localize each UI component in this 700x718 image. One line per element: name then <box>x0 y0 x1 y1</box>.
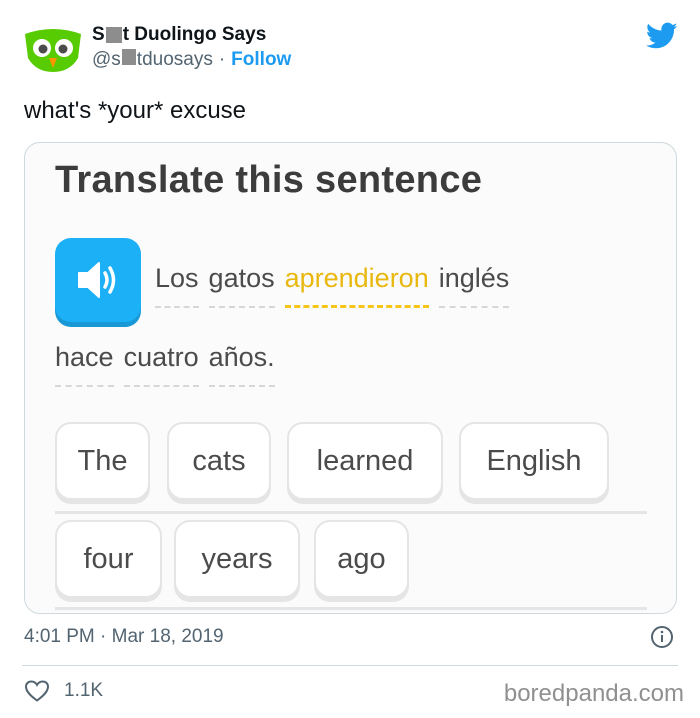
answer-chip[interactable]: ago <box>314 520 409 598</box>
timestamp[interactable]: 4:01 PM · Mar 18, 2019 <box>24 626 224 648</box>
answer-chip[interactable]: cats <box>167 422 271 500</box>
divider <box>22 665 678 666</box>
media-card[interactable]: Translate this sentence Los gatos aprendie… <box>24 142 677 614</box>
answer-line <box>55 511 647 514</box>
answer-chip[interactable]: The <box>55 422 150 500</box>
twitter-bird-icon[interactable] <box>646 22 678 50</box>
tweet-text: what's *your* excuse <box>24 97 247 124</box>
heart-icon[interactable] <box>24 679 50 703</box>
handle-row: @s tduosays · Follow <box>92 48 291 72</box>
follow-button[interactable]: Follow <box>231 48 291 72</box>
display-name[interactable]: St Duolingo Says <box>92 24 291 46</box>
speaker-icon <box>78 262 116 298</box>
info-icon[interactable] <box>650 625 674 649</box>
sentence-word[interactable]: Los <box>155 263 199 308</box>
sentence-word[interactable]: años. <box>208 342 275 387</box>
sentence-line-1: Los gatos aprendieron inglés <box>155 263 519 308</box>
card-title: Translate this sentence <box>55 159 483 201</box>
redaction-mark <box>121 49 136 65</box>
separator-dot: · <box>218 49 226 70</box>
answer-chip[interactable]: years <box>174 520 300 598</box>
answer-chip[interactable]: English <box>459 422 609 500</box>
handle[interactable]: @s tduosays <box>92 48 213 72</box>
redaction-mark <box>105 27 122 43</box>
answer-chip[interactable]: learned <box>287 422 443 500</box>
author-block: St Duolingo Says @s tduosays · Follow <box>92 24 291 72</box>
sentence-word[interactable]: inglés <box>438 263 509 308</box>
answer-chip[interactable]: four <box>55 520 162 598</box>
sentence-line-2: hace cuatro años. <box>55 342 285 387</box>
watermark: boredpanda.com <box>503 680 684 707</box>
like-count[interactable]: 1.1K <box>64 680 103 702</box>
highlighted-word[interactable]: aprendieron <box>284 263 429 308</box>
sentence-word[interactable]: hace <box>55 342 114 387</box>
speaker-button[interactable] <box>55 238 141 322</box>
answer-line <box>55 607 647 610</box>
sentence-word[interactable]: gatos <box>208 263 275 308</box>
owl-avatar-icon[interactable] <box>22 24 84 76</box>
tweet: St Duolingo Says @s tduosays · Follow wha… <box>0 0 700 718</box>
sentence-word[interactable]: cuatro <box>123 342 199 387</box>
